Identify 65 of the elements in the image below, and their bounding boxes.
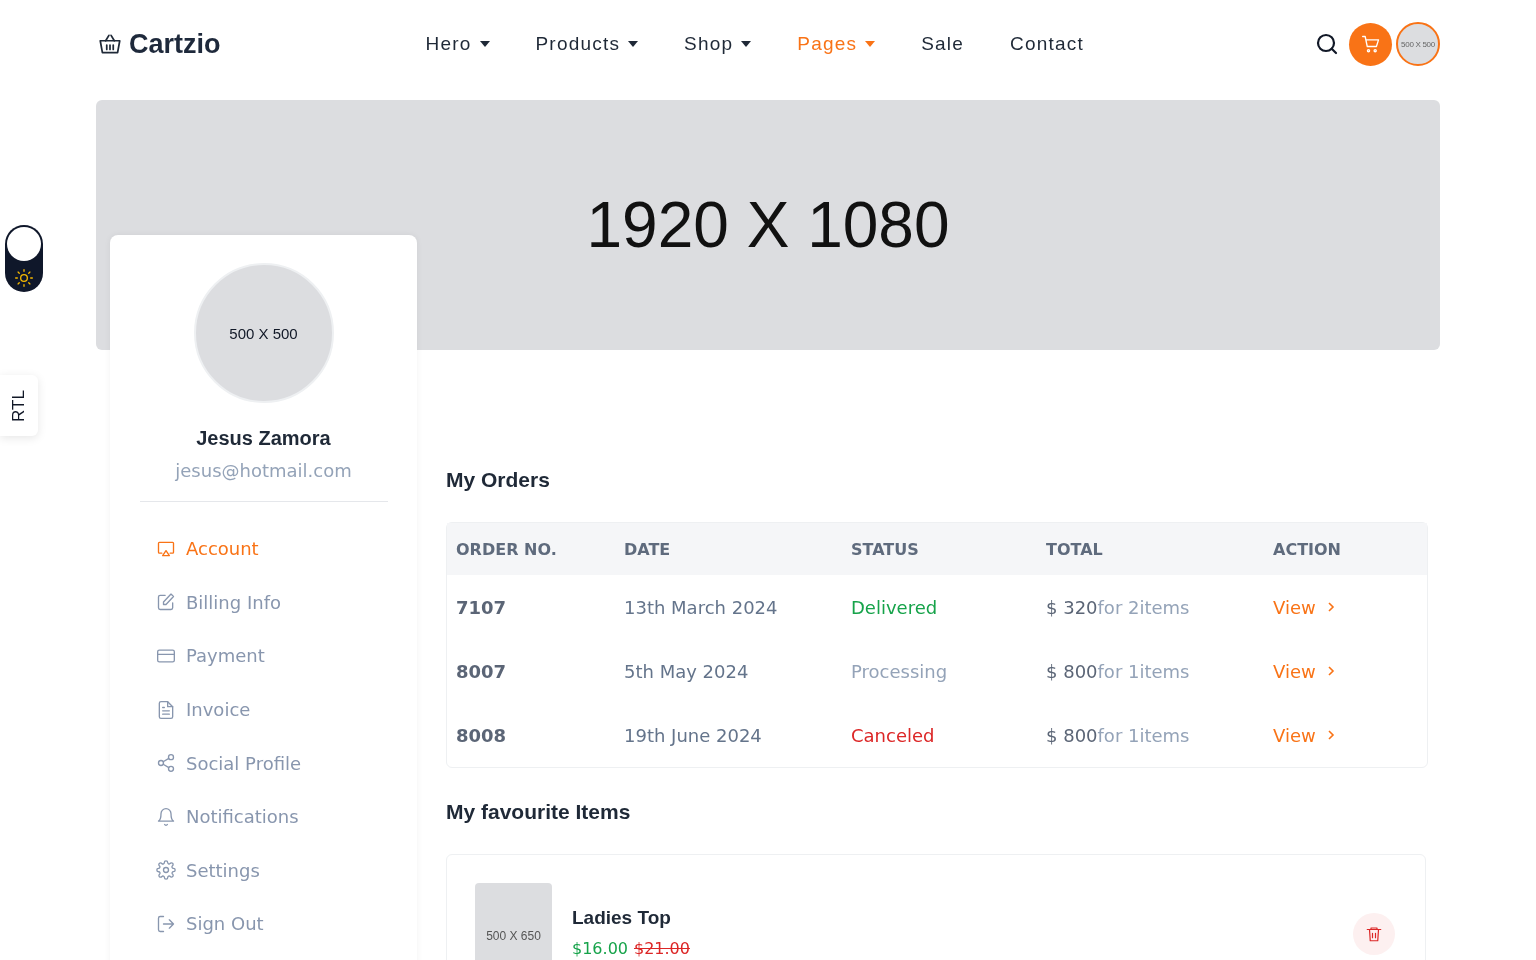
order-items: for 1items: [1097, 724, 1190, 746]
order-date: 5th May 2024: [624, 660, 750, 682]
trash-icon: [1365, 925, 1383, 943]
nav-link[interactable]: Pages: [797, 33, 876, 55]
sidebar-item[interactable]: Notifications: [156, 789, 299, 844]
nav-link[interactable]: Sale: [921, 33, 964, 55]
order-status: Delivered: [851, 596, 939, 618]
document-icon: [156, 699, 176, 720]
order-date: 19th June 2024: [624, 724, 763, 746]
sign-out-icon: [156, 913, 176, 934]
profile-avatar: 500 X 500: [193, 263, 334, 403]
sidebar-item[interactable]: Sign Out: [156, 897, 264, 951]
sidebar-item[interactable]: Payment: [156, 629, 265, 683]
cart-icon: [1360, 34, 1381, 54]
order-amount: $ 800: [1046, 660, 1098, 682]
order-status: Processing: [851, 660, 949, 682]
order-amount: $ 320: [1046, 596, 1098, 618]
view-link[interactable]: View: [1273, 596, 1427, 618]
order-date: 13th March 2024: [624, 596, 779, 618]
delete-button[interactable]: [1353, 913, 1395, 955]
sidebar-item[interactable]: Invoice: [156, 682, 251, 737]
section-title: My Orders: [446, 468, 551, 492]
nav-link[interactable]: Contact: [1010, 33, 1084, 55]
search-icon: [1315, 32, 1339, 56]
order-number: 8007: [456, 660, 508, 682]
product-price: $16.00: [572, 939, 628, 958]
sidebar-item[interactable]: Account: [156, 522, 259, 576]
user-avatar[interactable]: 500 X 500: [1396, 22, 1440, 66]
view-link[interactable]: View: [1273, 660, 1427, 682]
old-price: $21.00: [634, 939, 690, 958]
settings-icon: [156, 860, 176, 881]
share-icon: [156, 753, 176, 774]
sidebar-item[interactable]: Social Profile: [156, 736, 302, 790]
order-number: 8008: [456, 724, 508, 746]
order-items: for 2items: [1097, 596, 1190, 618]
cart-button[interactable]: [1349, 22, 1392, 66]
order-number: 7107: [456, 596, 508, 618]
chevron-icon: [1325, 730, 1336, 740]
column-header: DATE: [624, 539, 672, 559]
chevron-icon: [1325, 602, 1336, 612]
section-title: My favourite Items: [446, 800, 632, 824]
column-header: ORDER NO.: [456, 539, 558, 559]
chevron-icon: [1325, 666, 1336, 676]
theme-toggle[interactable]: [5, 225, 43, 292]
bell-icon: [156, 806, 176, 827]
nav-link[interactable]: Hero: [425, 33, 490, 55]
profile-email: jesus@hotmail.com: [175, 460, 352, 481]
nav-link[interactable]: Products: [535, 33, 639, 55]
sun-icon: [14, 268, 34, 288]
rtl-tab[interactable]: RTL: [0, 375, 38, 436]
product-name: Ladies Top: [572, 907, 672, 929]
edit-icon: [156, 592, 176, 613]
order-status: Canceled: [851, 724, 936, 746]
order-items: for 1items: [1097, 660, 1190, 682]
nav-link[interactable]: Shop: [684, 33, 752, 55]
brand-name[interactable]: Cartzio: [129, 28, 221, 60]
column-header: STATUS: [851, 539, 920, 559]
column-header: ACTION: [1273, 539, 1342, 559]
profile-name: Jesus Zamora: [196, 427, 331, 450]
view-link[interactable]: View: [1273, 724, 1427, 746]
product-image: 500 X 650: [475, 883, 552, 960]
sidebar-item[interactable]: Settings: [156, 843, 260, 898]
sidebar-item[interactable]: Billing Info: [156, 575, 281, 630]
order-amount: $ 800: [1046, 724, 1098, 746]
column-header: TOTAL: [1046, 539, 1104, 559]
